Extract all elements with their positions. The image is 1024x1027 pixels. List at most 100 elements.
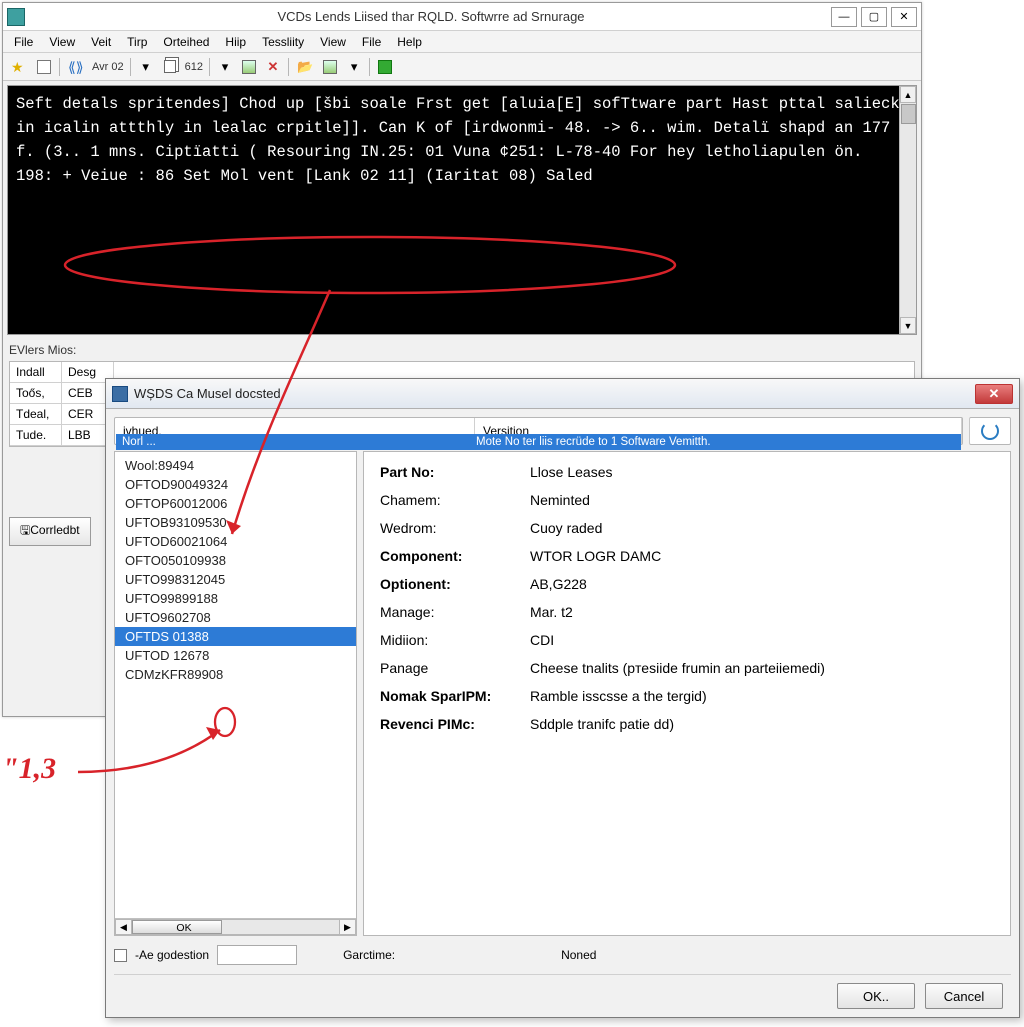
ok-button[interactable]: OK.. [837, 983, 915, 1009]
menu-orteihed-4[interactable]: Orteihed [156, 33, 216, 51]
menu-view-1[interactable]: View [42, 33, 82, 51]
detail-value: Cheese tnalits (pтеsiide frumin an parte… [530, 660, 825, 676]
menu-tessliity-6[interactable]: Tessliity [255, 33, 311, 51]
dialog-close-button[interactable]: ✕ [975, 384, 1013, 404]
grid-cell[interactable]: Indall [10, 362, 62, 383]
list-item[interactable]: UFTOD60021064 [115, 532, 356, 551]
play-icon [378, 60, 392, 74]
window-controls: — ▢ ✕ [831, 7, 917, 27]
arrows-icon: ⟪⟫ [68, 59, 84, 75]
refresh-button[interactable] [969, 417, 1011, 445]
scroll-up-button[interactable]: ▲ [900, 86, 916, 103]
detail-row: Part No:Llose Leases [380, 464, 994, 480]
list-item[interactable]: Wool:89494 [115, 456, 356, 475]
tb-drop3[interactable]: ▾ [343, 56, 365, 78]
tb-edit[interactable] [319, 56, 341, 78]
detail-row: Component:WTOR LOGR DAMC [380, 548, 994, 564]
tb-open[interactable]: 📂 [293, 56, 317, 78]
grid-cell[interactable]: Tude. [10, 425, 62, 446]
tb-x[interactable]: ✕ [262, 56, 284, 78]
list-item[interactable]: OFTOD90049324 [115, 475, 356, 494]
header-sel-right: Mote No ter liis recrüde to 1 Software V… [470, 434, 961, 450]
grid-cell[interactable]: Toős, [10, 383, 62, 404]
tb-drop2[interactable]: ▾ [214, 56, 236, 78]
tb-doc[interactable] [33, 56, 55, 78]
option-checkbox[interactable] [114, 949, 127, 962]
hscroll-left[interactable]: ◀ [115, 919, 132, 935]
detail-label: Panage [380, 660, 530, 676]
menu-tirp-3[interactable]: Tirp [120, 33, 154, 51]
module-dialog: WȘDS Ca Musel docsted ✕ ivhued. Versitio… [105, 378, 1020, 1018]
annotation-text: "1,3 [2, 752, 56, 786]
console-output[interactable]: Seft detals spritendes] Chod up [šbi soa… [8, 86, 916, 334]
footer-value-2: Noned [561, 948, 596, 962]
detail-label: Revenci PIMс: [380, 716, 530, 732]
list-item[interactable]: UFTO998312045 [115, 570, 356, 589]
header-sel-left: Norl ... [116, 434, 470, 450]
folder-icon: 📂 [297, 59, 313, 75]
edit-icon [323, 60, 337, 74]
footer-input-1[interactable] [217, 945, 297, 965]
list-item[interactable]: UFTOB93109530 [115, 513, 356, 532]
detail-value: Llose Leases [530, 464, 613, 480]
horizontal-scrollbar[interactable]: ◀ OK ▶ [115, 918, 356, 935]
tool-bar: ★ ⟪⟫ Avr 02 ▾ 612 ▾ ✕ 📂 ▾ [3, 53, 921, 81]
module-list-pane: Wool:89494OFTOD90049324OFTOP60012006UFTO… [114, 451, 357, 936]
menu-hiip-5[interactable]: Hiip [218, 33, 253, 51]
column-header-row: ivhued. Versition Norl ... Mote No ter l… [114, 417, 963, 445]
list-item[interactable]: CDMzKFR89908 [115, 665, 356, 684]
minimize-button[interactable]: — [831, 7, 857, 27]
footer-label-2: Garctime: [343, 948, 395, 962]
dialog-button-row: OK.. Cancel [114, 974, 1011, 1017]
title-bar: VCDs Lends Liised thar RQLD. Softwrre ad… [3, 3, 921, 31]
detail-row: Midiion:CDI [380, 632, 994, 648]
menu-file-0[interactable]: File [7, 33, 40, 51]
list-item[interactable]: UFTO9602708 [115, 608, 356, 627]
hscroll-right[interactable]: ▶ [339, 919, 356, 935]
grid-icon [242, 60, 256, 74]
detail-row: Optionent:AB,G228 [380, 576, 994, 592]
detail-row: Wedrom:Cuoy raded [380, 520, 994, 536]
detail-label: Midiion: [380, 632, 530, 648]
detail-row: Manage:Mar. t2 [380, 604, 994, 620]
app-icon [7, 8, 25, 26]
grid-cell[interactable]: Tdeal, [10, 404, 62, 425]
cancel-button[interactable]: Cancel [925, 983, 1003, 1009]
tb-run[interactable] [374, 56, 396, 78]
tb-nav[interactable]: ⟪⟫ [64, 56, 88, 78]
detail-value: Cuoy raded [530, 520, 602, 536]
tb-drop1[interactable]: ▾ [135, 56, 157, 78]
scroll-down-button[interactable]: ▼ [900, 317, 916, 334]
panel-label: EVlers Mios: [9, 343, 915, 357]
menu-file-8[interactable]: File [355, 33, 388, 51]
list-item[interactable]: UFTOD 12678 [115, 646, 356, 665]
checkbox-label: -Aе godestion [135, 948, 209, 962]
detail-value: WTOR LOGR DAMC [530, 548, 661, 564]
vertical-scrollbar[interactable]: ▲ ▼ [899, 86, 916, 334]
window-title: VCDs Lends Liised thar RQLD. Softwrre ad… [31, 9, 831, 24]
tb-grid[interactable] [238, 56, 260, 78]
list-item[interactable]: OFTOP60012006 [115, 494, 356, 513]
menu-veit-2[interactable]: Veit [84, 33, 118, 51]
list-item[interactable]: UFTO99899188 [115, 589, 356, 608]
menu-view-7[interactable]: View [313, 33, 353, 51]
hs-ok-label: OK [145, 922, 223, 934]
separator [369, 58, 370, 76]
dialog-title-bar: WȘDS Ca Musel docsted ✕ [106, 379, 1019, 409]
maximize-button[interactable]: ▢ [861, 7, 887, 27]
list-item[interactable]: OFTO050109938 [115, 551, 356, 570]
copy-icon [164, 60, 176, 73]
module-list[interactable]: Wool:89494OFTOD90049324OFTOP60012006UFTO… [115, 452, 356, 918]
connected-button[interactable]: 🖫Corrledbt [9, 517, 91, 546]
tb-copy[interactable] [159, 56, 181, 78]
menu-help-9[interactable]: Help [390, 33, 429, 51]
scroll-thumb[interactable] [901, 104, 916, 124]
hscroll-track[interactable]: OK [132, 919, 339, 935]
detail-value: AB,G228 [530, 576, 587, 592]
header-selected-row[interactable]: Norl ... Mote No ter liis recrüde to 1 S… [116, 434, 961, 450]
list-item[interactable]: OFTDS 01388 [115, 627, 356, 646]
tb-favorite[interactable]: ★ [7, 56, 31, 78]
hscroll-thumb[interactable]: OK [132, 920, 222, 934]
detail-label: Manage: [380, 604, 530, 620]
close-button[interactable]: ✕ [891, 7, 917, 27]
